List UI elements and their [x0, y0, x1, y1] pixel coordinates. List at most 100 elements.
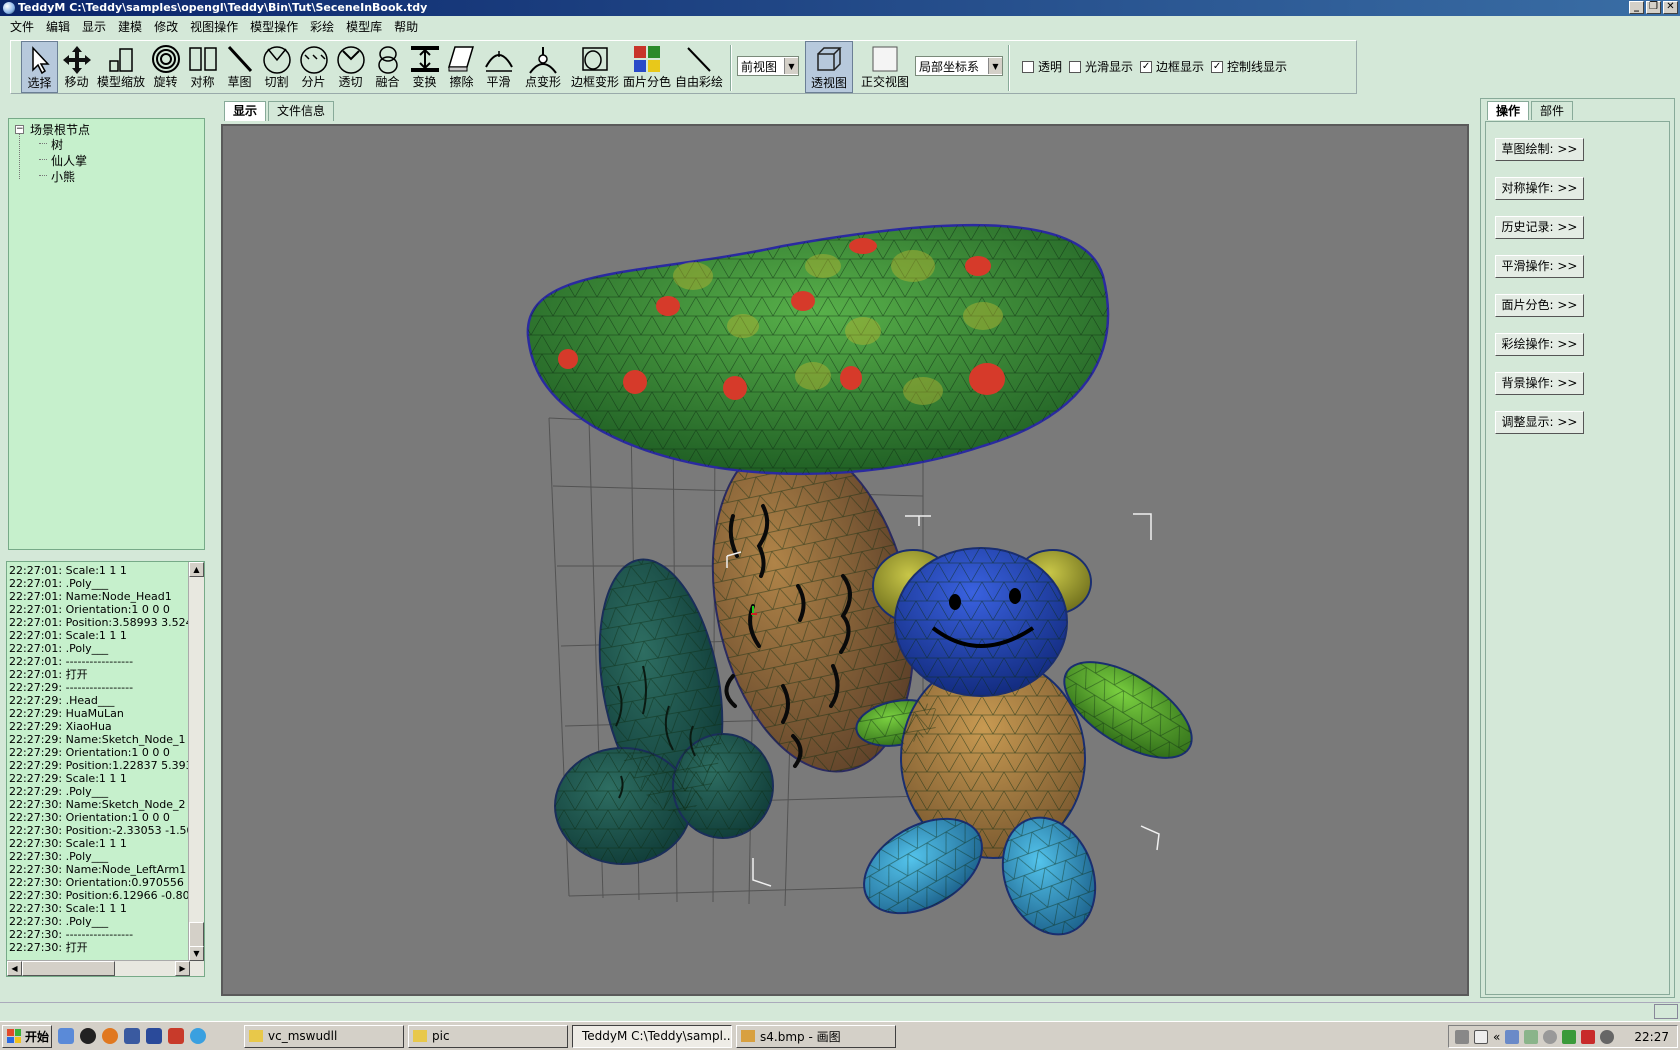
operation-button-3[interactable]: 平滑操作: >>	[1495, 255, 1584, 278]
ortho-view-button[interactable]: 正交视图	[859, 41, 911, 93]
scene-tree: − 场景根节点 树 仙人掌 小熊	[8, 118, 205, 550]
log-horizontal-scrollbar[interactable]: ◀ ▶	[7, 960, 190, 976]
log-line: 22:27:30: 打开	[9, 941, 88, 954]
tool-button-frame-deform[interactable]: 边框变形	[569, 41, 621, 93]
tab-display[interactable]: 显示	[224, 101, 267, 121]
tool-button-rotate[interactable]: 旋转	[147, 41, 184, 93]
checkbox-option-0[interactable]: 透明	[1022, 58, 1062, 75]
taskbar-button-0[interactable]: vc_mswudll	[244, 1024, 404, 1048]
scroll-right-arrow-icon[interactable]: ▶	[175, 961, 190, 976]
scroll-up-arrow-icon[interactable]: ▲	[189, 562, 204, 577]
shield-quicklaunch-icon[interactable]	[124, 1028, 140, 1044]
start-button[interactable]: 开始	[2, 1024, 52, 1048]
operation-button-4[interactable]: 面片分色: >>	[1495, 294, 1584, 317]
tool-button-symmetry[interactable]: 对称	[184, 41, 221, 93]
checkbox[interactable]: ✓	[1211, 60, 1224, 73]
usb-icon[interactable]	[1524, 1029, 1539, 1044]
tool-button-cut[interactable]: 切割	[258, 41, 295, 93]
tab-parts[interactable]: 部件	[1531, 101, 1574, 120]
3d-viewport[interactable]	[221, 124, 1469, 996]
menu-bar: 文件 编辑 显示 建模 修改 视图操作 模型操作 彩绘 模型库 帮助	[0, 17, 1680, 37]
clock[interactable]: 22:27	[1634, 1030, 1669, 1044]
status-bar	[0, 1002, 1680, 1020]
system-tray: « 22:27	[1448, 1025, 1678, 1048]
right-tabs: 操作 部件	[1487, 101, 1575, 120]
scroll-down-arrow-icon[interactable]: ▼	[189, 946, 204, 961]
menu-item-9[interactable]: 帮助	[388, 17, 424, 37]
tool-button-pierce[interactable]: 透切	[332, 41, 369, 93]
checkbox-option-2[interactable]: ✓ 边框显示	[1140, 58, 1204, 75]
power-icon[interactable]	[1600, 1029, 1615, 1044]
checkbox[interactable]: ✓	[1140, 60, 1153, 73]
speaker-icon[interactable]	[1543, 1029, 1558, 1044]
taskbar-button-2[interactable]: TeddyM C:\Teddy\sampl...	[572, 1024, 732, 1048]
checkbox-option-1[interactable]: 光滑显示	[1069, 58, 1133, 75]
tool-button-erase[interactable]: 擦除	[443, 41, 480, 93]
operation-button-2[interactable]: 历史记录: >>	[1495, 216, 1584, 239]
operation-button-1[interactable]: 对称操作: >>	[1495, 177, 1584, 200]
tool-button-scale[interactable]: 模型缩放	[95, 41, 147, 93]
menu-item-7[interactable]: 彩绘	[304, 17, 340, 37]
menu-item-1[interactable]: 编辑	[40, 17, 76, 37]
tab-operations[interactable]: 操作	[1487, 101, 1530, 120]
tool-button-merge[interactable]: 融合	[369, 41, 406, 93]
tool-button-sketch[interactable]: 草图	[221, 41, 258, 93]
taskbar-button-3[interactable]: s4.bmp - 画图	[736, 1024, 896, 1048]
log-line: 22:27:29: Orientation:1 0 0 0	[9, 746, 170, 759]
scroll-left-arrow-icon[interactable]: ◀	[7, 961, 22, 976]
help-icon[interactable]	[1474, 1029, 1488, 1044]
browser-quicklaunch-icon[interactable]	[190, 1028, 206, 1044]
tool-button-face-color[interactable]: 面片分色	[621, 41, 673, 93]
taskbar: 开始 vc_mswudll pic TeddyM C:\Teddy\sampl...…	[0, 1021, 1680, 1050]
menu-item-3[interactable]: 建模	[112, 17, 148, 37]
window-title: TeddyM C:\Teddy\samples\opengl\Teddy\Bin…	[18, 1, 428, 14]
tool-button-transform[interactable]: 变换	[406, 41, 443, 93]
tab-file-info[interactable]: 文件信息	[268, 101, 335, 121]
menu-item-0[interactable]: 文件	[4, 17, 40, 37]
restore-button[interactable]: ❐	[1646, 1, 1661, 14]
qq-quicklaunch-icon[interactable]	[80, 1028, 96, 1044]
perspective-view-button[interactable]: 透视图	[805, 41, 853, 93]
tool-button-move[interactable]: 移动	[58, 41, 95, 93]
tool-button-point-deform[interactable]: 点变形	[517, 41, 569, 93]
ie-quicklaunch-icon[interactable]	[58, 1028, 74, 1044]
office-quicklaunch-icon[interactable]	[168, 1028, 184, 1044]
tray-expand-button[interactable]: «	[1493, 1030, 1500, 1044]
menu-item-2[interactable]: 显示	[76, 17, 112, 37]
tool-button-split[interactable]: 分片	[295, 41, 332, 93]
antivirus-icon[interactable]	[1581, 1029, 1596, 1044]
scroll-thumb[interactable]	[22, 961, 115, 976]
menu-item-8[interactable]: 模型库	[340, 17, 388, 37]
operation-button-7[interactable]: 调整显示: >>	[1495, 411, 1584, 434]
rotate-icon	[151, 45, 180, 73]
checkbox-option-3[interactable]: ✓ 控制线显示	[1211, 58, 1287, 75]
log-vertical-scrollbar[interactable]: ▲ ▼	[188, 562, 204, 976]
log-line: 22:27:01: Orientation:1 0 0 0	[9, 603, 170, 616]
network-icon[interactable]	[1505, 1029, 1520, 1044]
checkbox[interactable]	[1069, 60, 1082, 73]
firefox-quicklaunch-icon[interactable]	[102, 1028, 118, 1044]
menu-item-5[interactable]: 视图操作	[184, 17, 244, 37]
operation-button-5[interactable]: 彩绘操作: >>	[1495, 333, 1584, 356]
minimize-button[interactable]: _	[1629, 1, 1644, 14]
operation-button-6[interactable]: 背景操作: >>	[1495, 372, 1584, 395]
start-label: 开始	[25, 1029, 50, 1044]
tree-node-tree[interactable]: 树	[51, 136, 63, 153]
view-select[interactable]: 前视图 ▼	[737, 56, 799, 76]
tool-label: 平滑	[486, 75, 511, 89]
keyboard-icon[interactable]	[1455, 1029, 1469, 1044]
taskbar-button-1[interactable]: pic	[408, 1024, 568, 1048]
security-shield-icon[interactable]	[1562, 1029, 1577, 1044]
tool-button-smooth[interactable]: 平滑	[480, 41, 517, 93]
checkbox[interactable]	[1022, 60, 1034, 73]
tool-button-select-arrow[interactable]: 选择	[21, 41, 58, 93]
tree-node-cactus[interactable]: 仙人掌	[51, 152, 87, 169]
operation-button-0[interactable]: 草图绘制: >>	[1495, 138, 1584, 161]
coord-system-select[interactable]: 局部坐标系 ▼	[915, 56, 1003, 76]
tool-button-free-paint[interactable]: 自由彩绘	[673, 41, 725, 93]
menu-item-6[interactable]: 模型操作	[244, 17, 304, 37]
tree-node-bear[interactable]: 小熊	[51, 168, 75, 185]
close-button[interactable]: ✕	[1663, 1, 1678, 14]
app-quicklaunch-icon[interactable]	[146, 1028, 162, 1044]
menu-item-4[interactable]: 修改	[148, 17, 184, 37]
